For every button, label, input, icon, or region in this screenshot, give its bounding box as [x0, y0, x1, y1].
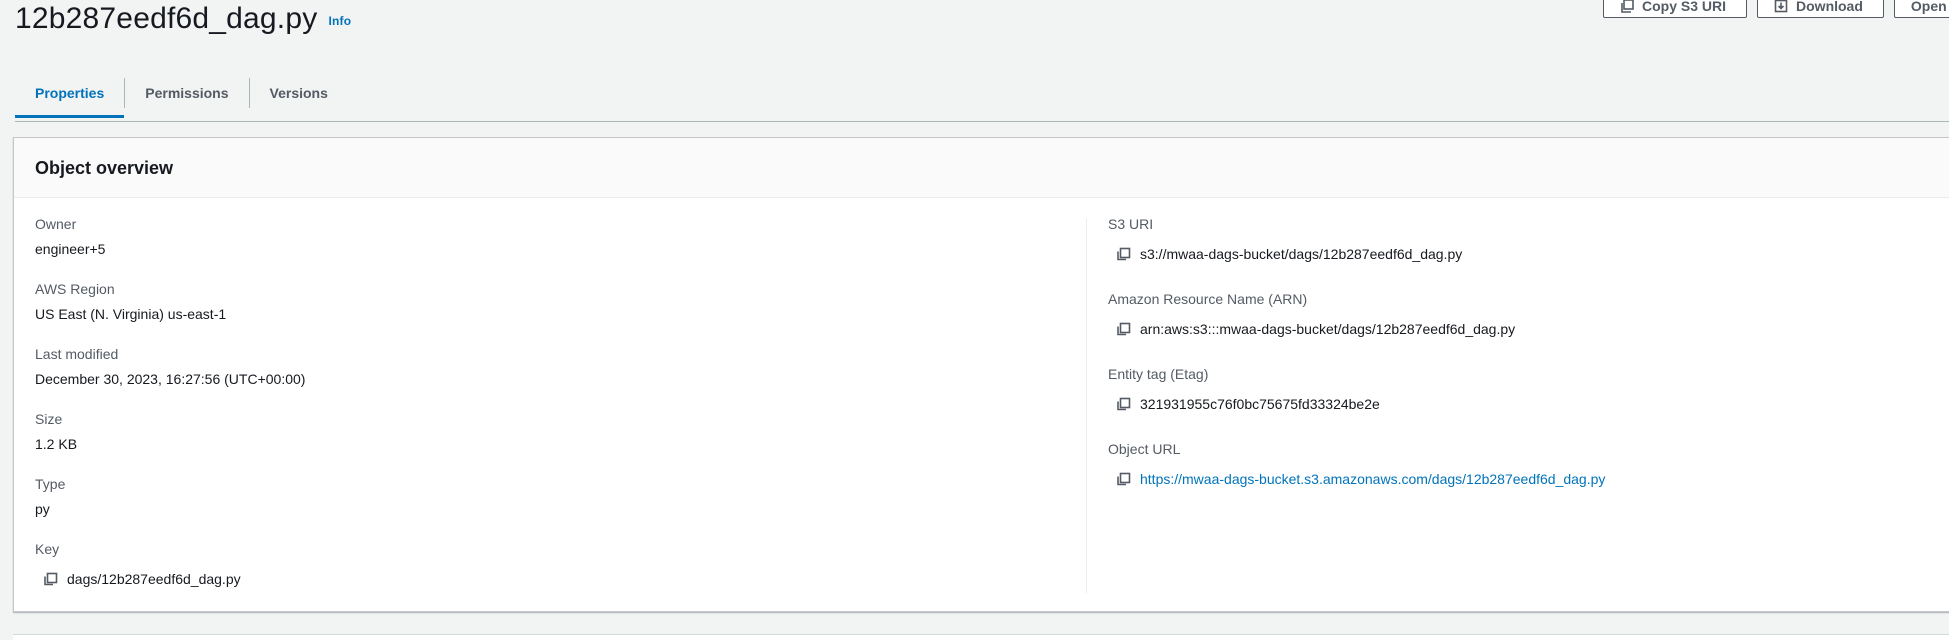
last-modified-value: December 30, 2023, 16:27:56 (UTC+00:00)	[35, 371, 306, 387]
owner-field: Owner engineer+5	[35, 215, 105, 258]
open-label: Open	[1910, 0, 1947, 14]
tab-versions[interactable]: Versions	[250, 73, 348, 113]
s3-uri-field: S3 URI s3://mwaa-dags-bucket/dags/12b287…	[1108, 215, 1462, 263]
arn-value: arn:aws:s3:::mwaa-dags-bucket/dags/12b28…	[1140, 321, 1516, 337]
object-url-row: https://mwaa-dags-bucket.s3.amazonaws.co…	[1108, 470, 1605, 488]
copy-icon[interactable]	[1115, 471, 1131, 487]
region-label: AWS Region	[35, 281, 115, 297]
open-button[interactable]: Open	[1893, 0, 1949, 18]
s3-uri-value: s3://mwaa-dags-bucket/dags/12b287eedf6d_…	[1140, 246, 1463, 262]
etag-label: Entity tag (Etag)	[1108, 366, 1209, 382]
copy-icon	[1621, 0, 1634, 13]
copy-icon[interactable]	[1115, 246, 1131, 262]
copy-s3-uri-label: Copy S3 URI	[1642, 0, 1727, 14]
etag-value: 321931955c76f0bc75675fd33324be2e	[1140, 396, 1380, 412]
copy-icon[interactable]	[1115, 321, 1131, 337]
etag-row: 321931955c76f0bc75675fd33324be2e	[1108, 395, 1380, 413]
etag-field: Entity tag (Etag) 321931955c76f0bc75675f…	[1108, 365, 1380, 413]
s3-uri-row: s3://mwaa-dags-bucket/dags/12b287eedf6d_…	[1108, 245, 1462, 263]
s3-uri-label: S3 URI	[1108, 216, 1154, 232]
column-divider	[1086, 218, 1087, 593]
owner-value: engineer+5	[35, 241, 106, 257]
key-value-row: dags/12b287eedf6d_dag.py	[35, 570, 241, 588]
tabs-underline	[15, 121, 1949, 122]
region-field: AWS Region US East (N. Virginia) us-east…	[35, 280, 226, 323]
page-title: 12b287eedf6d_dag.py Info	[15, 2, 351, 36]
panel-header	[14, 138, 1949, 198]
type-field: Type py	[35, 475, 65, 518]
download-button[interactable]: Download	[1757, 0, 1884, 18]
last-modified-label: Last modified	[35, 346, 119, 362]
size-field: Size 1.2 KB	[35, 410, 77, 453]
region-value: US East (N. Virginia) us-east-1	[35, 306, 227, 322]
arn-field: Amazon Resource Name (ARN) arn:aws:s3:::…	[1108, 290, 1515, 338]
tab-list: Properties Permissions Versions	[15, 73, 348, 118]
object-url-link[interactable]: https://mwaa-dags-bucket.s3.amazonaws.co…	[1140, 470, 1605, 488]
arn-row: arn:aws:s3:::mwaa-dags-bucket/dags/12b28…	[1108, 320, 1515, 338]
object-name: 12b287eedf6d_dag.py	[15, 2, 318, 35]
size-value: 1.2 KB	[35, 436, 78, 452]
header-actions: Copy S3 URI Download Open	[1603, 0, 1949, 18]
next-panel-edge	[13, 634, 1949, 640]
download-label: Download	[1796, 0, 1863, 14]
info-link[interactable]: Info	[328, 14, 351, 28]
object-url-field: Object URL https://mwaa-dags-bucket.s3.a…	[1108, 440, 1605, 488]
owner-label: Owner	[35, 216, 77, 232]
panel-title: Object overview	[35, 158, 174, 178]
key-value: dags/12b287eedf6d_dag.py	[67, 571, 241, 587]
key-field: Key dags/12b287eedf6d_dag.py	[35, 540, 241, 588]
key-label: Key	[35, 541, 60, 557]
last-modified-field: Last modified December 30, 2023, 16:27:5…	[35, 345, 305, 388]
copy-icon[interactable]	[42, 571, 58, 587]
tab-permissions[interactable]: Permissions	[125, 73, 248, 113]
object-url-label: Object URL	[1108, 441, 1181, 457]
arn-label: Amazon Resource Name (ARN)	[1108, 291, 1308, 307]
copy-s3-uri-button[interactable]: Copy S3 URI	[1603, 0, 1748, 18]
type-label: Type	[35, 476, 66, 492]
download-icon	[1774, 0, 1788, 13]
copy-icon[interactable]	[1115, 396, 1131, 412]
type-value: py	[35, 501, 50, 517]
size-label: Size	[35, 411, 63, 427]
tab-properties[interactable]: Properties	[15, 73, 125, 118]
object-overview-panel: Object overview Owner engineer+5 AWS Reg…	[13, 137, 1949, 612]
